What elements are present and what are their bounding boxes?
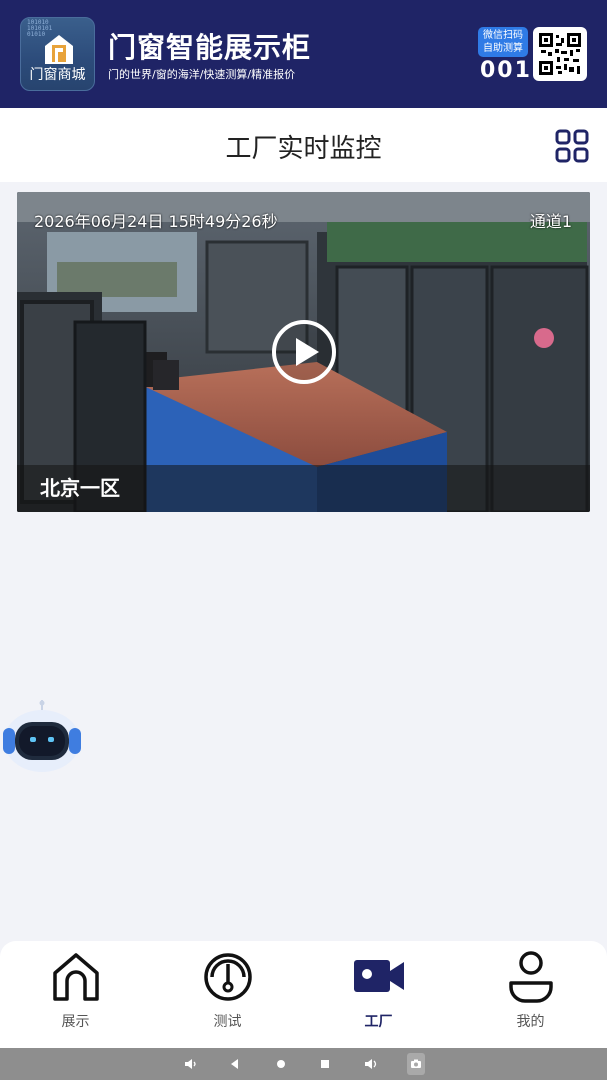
user-icon	[508, 951, 553, 1003]
gauge-icon	[203, 953, 252, 1001]
tab-display[interactable]: 展示	[0, 941, 151, 1048]
tab-me[interactable]: 我的	[455, 941, 606, 1048]
logo-text: 门窗商城	[29, 67, 86, 83]
recents-icon[interactable]	[316, 1055, 334, 1073]
volume-down-icon[interactable]	[182, 1055, 200, 1073]
volume-up-icon[interactable]	[362, 1055, 380, 1073]
video-location: 北京一区	[40, 476, 120, 500]
tab-label: 展示	[61, 1014, 90, 1030]
bottom-tab-bar: 展示 测试 工厂 我的	[0, 941, 607, 1048]
robot-icon[interactable]	[2, 700, 84, 772]
device-code: 001	[480, 58, 532, 83]
video-camera-icon	[353, 960, 404, 992]
play-icon[interactable]	[271, 319, 337, 385]
app-logo: 101010 1010101 01010 门窗商城	[20, 17, 95, 91]
qr-code-icon	[539, 33, 581, 75]
page-title: 工厂实时监控	[225, 134, 382, 164]
tab-label: 测试	[213, 1014, 242, 1030]
page-header: 工厂实时监控	[0, 108, 607, 182]
tab-test[interactable]: 测试	[152, 941, 303, 1048]
logo-house-icon	[45, 35, 73, 64]
tab-label: 工厂	[364, 1014, 393, 1030]
badge-line-1: 微信扫码	[483, 30, 523, 41]
tab-factory[interactable]: 工厂	[303, 941, 454, 1048]
qr-code[interactable]	[533, 27, 587, 81]
brand-subtitle: 门的世界/窗的海洋/快速测算/精准报价	[108, 68, 296, 81]
scan-badge[interactable]: 微信扫码 自助测算	[478, 27, 528, 57]
home-icon	[52, 953, 99, 1001]
system-nav-bar	[0, 1048, 607, 1080]
video-timestamp: 2026年06月24日 15时49分26秒	[34, 212, 278, 231]
brand-title: 门窗智能展示柜	[108, 31, 312, 64]
camera-feed[interactable]: 2026年06月24日 15时49分26秒 通道1 北京一区	[17, 192, 590, 512]
screenshot-icon[interactable]	[406, 1052, 426, 1076]
top-brand-bar: 101010 1010101 01010 门窗商城 门窗智能展示柜 门的世界/窗…	[0, 0, 607, 108]
tab-label: 我的	[516, 1014, 545, 1030]
video-channel: 通道1	[529, 212, 572, 231]
back-icon[interactable]	[226, 1055, 244, 1073]
badge-line-2: 自助测算	[483, 43, 523, 54]
home-circle-icon[interactable]	[272, 1055, 290, 1073]
grid-icon[interactable]	[554, 128, 590, 164]
